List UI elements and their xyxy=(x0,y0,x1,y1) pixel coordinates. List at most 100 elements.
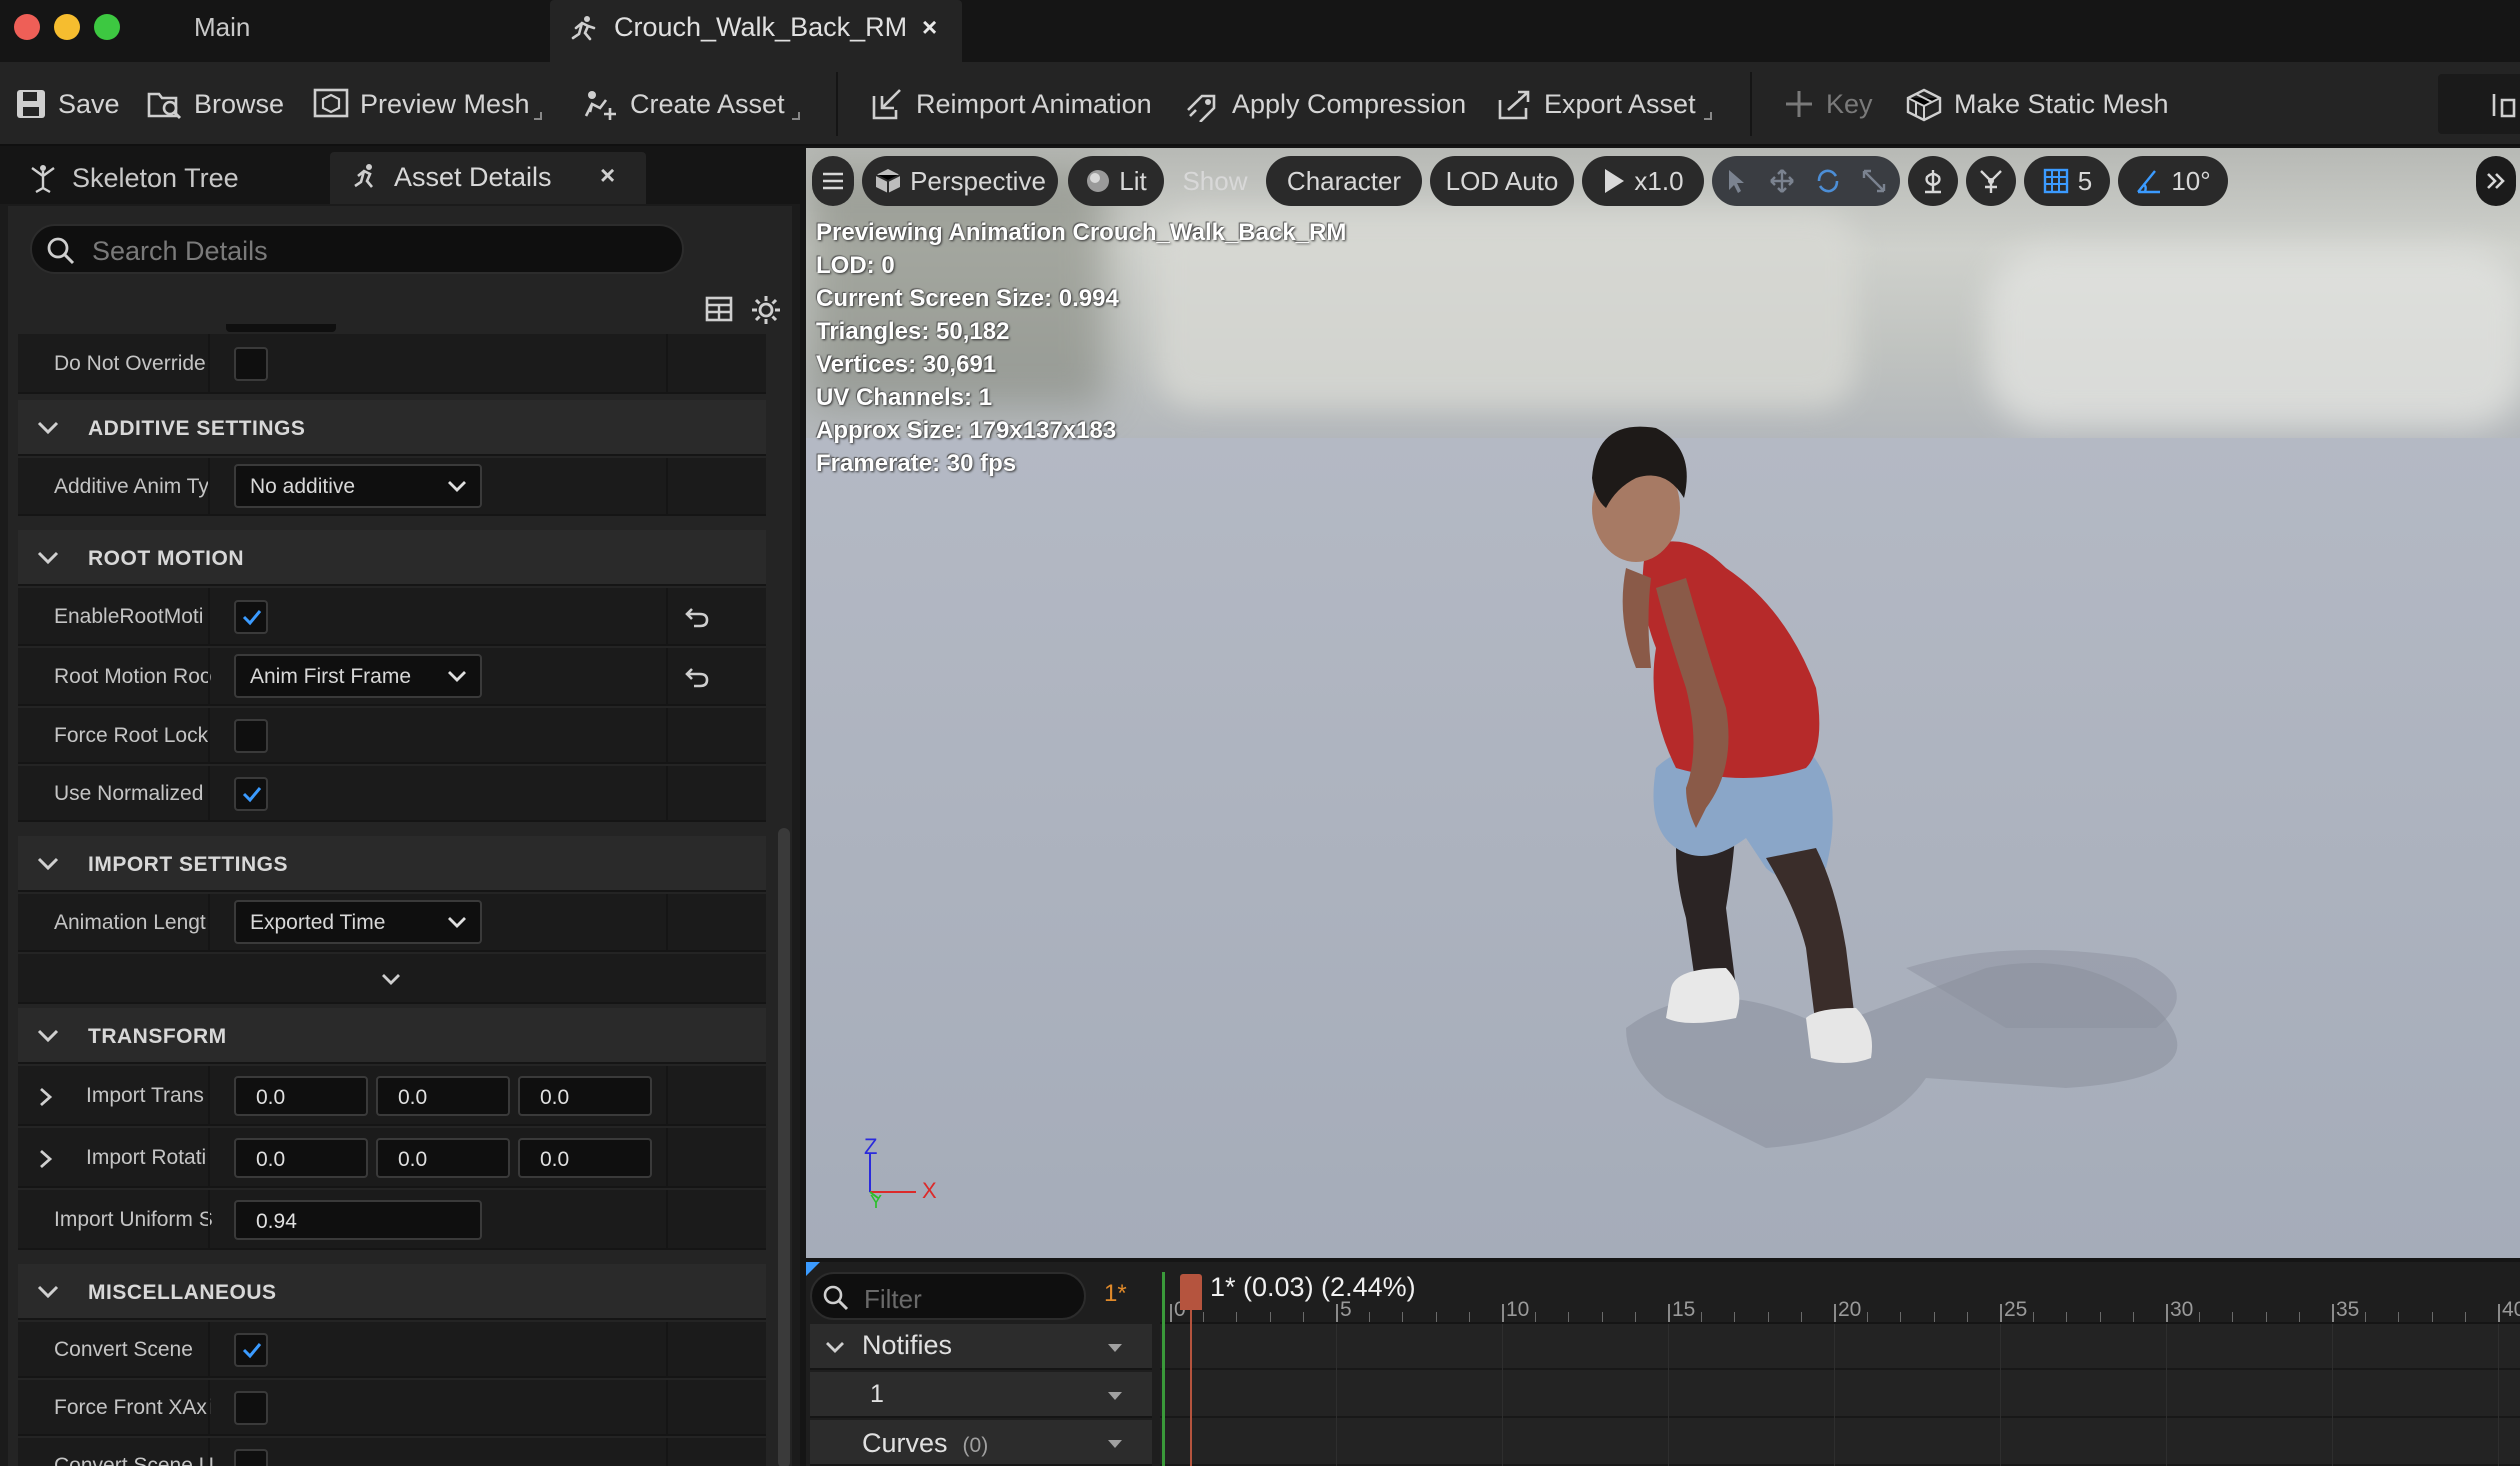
camera-speed-button[interactable] xyxy=(1908,156,1958,206)
playback-start-marker[interactable] xyxy=(1162,1272,1165,1466)
close-window-button[interactable] xyxy=(14,14,40,40)
translation-z-value: 0.0 xyxy=(540,1086,570,1109)
notify-lane-1[interactable] xyxy=(1160,1372,2520,1418)
gear-icon[interactable] xyxy=(750,294,782,326)
translation-x-value: 0.0 xyxy=(256,1086,286,1109)
lod-button[interactable]: LOD Auto xyxy=(1430,156,1574,206)
section-import-settings[interactable]: IMPORT SETTINGS xyxy=(18,836,766,892)
section-additive-settings[interactable]: ADDITIVE SETTINGS xyxy=(18,400,766,456)
curves-lane[interactable] xyxy=(1160,1420,2520,1466)
browse-button[interactable]: Browse xyxy=(146,82,284,126)
import-translation-z-field[interactable]: 0.0 xyxy=(518,1076,652,1116)
import-translation-y-field[interactable]: 0.0 xyxy=(376,1076,510,1116)
perspective-button[interactable]: Perspective xyxy=(862,156,1058,206)
play-rate-button[interactable]: x1.0 xyxy=(1582,156,1704,206)
axis-x-label: X xyxy=(922,1178,937,1203)
root-motion-root-lock-dropdown[interactable]: Anim First Frame xyxy=(234,654,482,698)
surface-snap-button[interactable] xyxy=(1966,156,2016,206)
perspective-label: Perspective xyxy=(910,165,1046,196)
ruler-minor-tick xyxy=(1468,1312,1470,1322)
close-panel-tab-button[interactable]: × xyxy=(600,160,615,191)
import-rotation-z-field[interactable]: 0.0 xyxy=(518,1138,652,1178)
make-static-mesh-button[interactable]: Make Static Mesh xyxy=(1904,82,2169,126)
section-misc-label: MISCELLANEOUS xyxy=(88,1281,277,1304)
notifies-lane[interactable] xyxy=(1160,1324,2520,1370)
angle-snap-button[interactable]: 10° xyxy=(2118,156,2228,206)
tab-main[interactable]: Main xyxy=(194,12,250,43)
details-scrollbar[interactable] xyxy=(778,828,790,1466)
import-rotation-y-field[interactable]: 0.0 xyxy=(376,1138,510,1178)
camera-speed-icon xyxy=(1925,170,1941,194)
chevron-down-icon xyxy=(448,671,466,682)
enable-root-motion-checkbox[interactable] xyxy=(234,600,268,634)
search-icon xyxy=(823,1285,849,1311)
row-advanced-expander[interactable] xyxy=(18,954,766,1004)
grid-snap-button[interactable]: 5 xyxy=(2024,156,2110,206)
section-root-motion[interactable]: ROOT MOTION xyxy=(18,530,766,586)
viewport-overflow-button[interactable] xyxy=(2476,156,2516,206)
dropdown-arrow-icon[interactable] xyxy=(1106,1390,1124,1402)
preview-mesh-button[interactable]: Preview Mesh xyxy=(312,82,530,126)
save-button[interactable]: Save xyxy=(14,82,120,126)
key-button[interactable]: Key xyxy=(1782,82,1873,126)
curves-label: Curves (0) xyxy=(862,1428,988,1459)
convert-scene-checkbox[interactable] xyxy=(234,1333,268,1367)
create-asset-button[interactable]: Create Asset xyxy=(580,82,785,126)
import-rotation-x-field[interactable]: 0.0 xyxy=(234,1138,368,1178)
toolbar-overflow-button[interactable] xyxy=(2438,74,2520,134)
tab-animation-label: Crouch_Walk_Back_RM xyxy=(614,12,908,42)
close-tab-button[interactable]: × xyxy=(922,12,937,43)
ruler-minor-tick xyxy=(1435,1312,1437,1322)
chevron-right-icon[interactable] xyxy=(38,1086,54,1108)
reset-to-default-icon[interactable] xyxy=(684,605,710,629)
use-normalized-checkbox[interactable] xyxy=(234,777,268,811)
additive-anim-type-dropdown[interactable]: No additive xyxy=(234,464,482,508)
reset-to-default-icon[interactable] xyxy=(684,665,710,689)
ruler-minor-tick xyxy=(2298,1312,2300,1322)
use-normalized-label: Use Normalized xyxy=(54,782,204,805)
search-details-input[interactable]: Search Details xyxy=(30,224,684,274)
rotate-icon[interactable] xyxy=(1815,168,1841,194)
section-miscellaneous[interactable]: MISCELLANEOUS xyxy=(18,1264,766,1320)
curves-track-header[interactable]: Curves (0) xyxy=(810,1420,1152,1466)
show-button[interactable]: Show xyxy=(1170,156,1260,206)
export-asset-button[interactable]: Export Asset xyxy=(1496,82,1696,126)
tab-skeleton-tree[interactable]: Skeleton Tree xyxy=(26,156,239,200)
ruler-minor-tick xyxy=(2132,1312,2134,1322)
do-not-override-checkbox[interactable] xyxy=(234,347,268,381)
animation-length-dropdown[interactable]: Exported Time xyxy=(234,900,482,944)
convert-scene-unit-checkbox[interactable] xyxy=(234,1449,268,1466)
ruler-minor-tick xyxy=(2033,1312,2035,1322)
lit-mode-button[interactable]: Lit xyxy=(1068,156,1164,206)
stat-approx-size: Approx Size: 179x137x183 xyxy=(816,417,1117,444)
timeline-filter-input[interactable]: Filter xyxy=(810,1272,1086,1320)
table-view-icon[interactable] xyxy=(704,294,734,324)
apply-compression-button[interactable]: Apply Compression xyxy=(1184,82,1466,126)
preview-viewport[interactable]: Perspective Lit Show Character LOD Auto … xyxy=(806,148,2520,1258)
select-arrow-icon[interactable] xyxy=(1725,168,1749,194)
import-translation-x-field[interactable]: 0.0 xyxy=(234,1076,368,1116)
force-front-x-checkbox[interactable] xyxy=(234,1391,268,1425)
chevron-right-icon[interactable] xyxy=(38,1148,54,1170)
scale-icon[interactable] xyxy=(1861,168,1887,194)
playhead-handle[interactable] xyxy=(1180,1274,1202,1310)
translate-icon[interactable] xyxy=(1769,168,1795,194)
minimize-window-button[interactable] xyxy=(54,14,80,40)
stat-lod: LOD: 0 xyxy=(816,252,895,279)
do-not-override-label: Do Not Override xyxy=(54,352,206,375)
notify-track-1[interactable]: 1 xyxy=(810,1372,1152,1418)
force-root-lock-checkbox[interactable] xyxy=(234,719,268,753)
character-button[interactable]: Character xyxy=(1266,156,1422,206)
dropdown-arrow-icon[interactable] xyxy=(1106,1342,1124,1354)
maximize-window-button[interactable] xyxy=(94,14,120,40)
timeline-track-area[interactable]: 0 5 10 15 20 25 30 35 40 1* (0.03) (2.44… xyxy=(1160,1262,2520,1466)
import-uniform-scale-field[interactable]: 0.94 xyxy=(234,1200,482,1240)
section-transform[interactable]: TRANSFORM xyxy=(18,1008,766,1064)
save-label: Save xyxy=(58,88,120,119)
tab-asset-details[interactable]: Asset Details × xyxy=(330,152,646,204)
viewport-menu-button[interactable] xyxy=(812,156,854,206)
dropdown-arrow-icon[interactable] xyxy=(1106,1438,1124,1450)
reimport-animation-button[interactable]: Reimport Animation xyxy=(870,82,1152,126)
tab-animation-document[interactable]: Crouch_Walk_Back_RM × xyxy=(550,0,962,64)
notifies-track-header[interactable]: Notifies xyxy=(810,1324,1152,1370)
